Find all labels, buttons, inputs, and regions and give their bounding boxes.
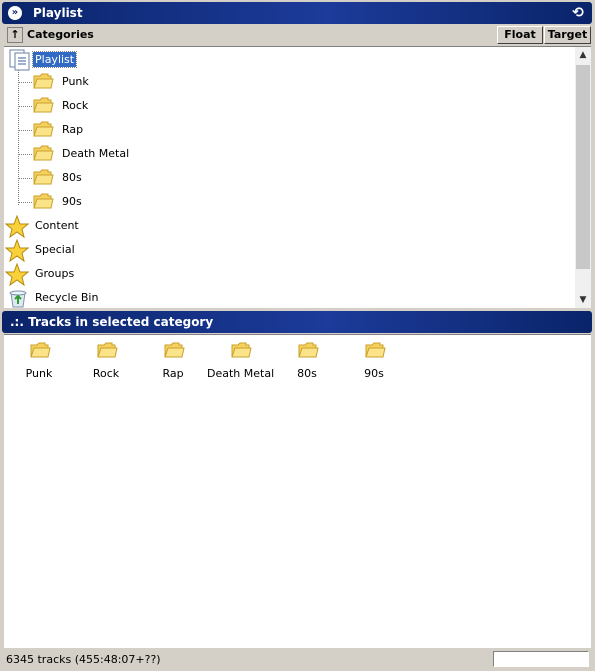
tree-line [18,82,32,83]
star-icon [5,239,29,263]
folder-icon [164,342,185,358]
tracks-panel[interactable]: Punk Rock Rap Death Metal 80s 90s [4,334,591,648]
track-folder-label: Rock [92,367,120,380]
folder-icon [298,342,319,358]
undock-icon[interactable]: ⟲ [570,5,586,21]
tree-item-label: Content [35,219,79,232]
scroll-up-arrow-icon[interactable]: ▲ [575,47,591,63]
scrollbar-thumb[interactable] [576,65,590,269]
folder-icon [33,97,54,113]
window-titlebar: » Playlist ⟲ [2,2,592,24]
tree-item-label: Death Metal [62,147,130,160]
folder-icon [33,121,54,137]
tree-item-label: Playlist [31,51,78,68]
target-button[interactable]: Target [544,26,591,44]
track-folder-label: 80s [297,367,317,380]
track-count-status: 6345 tracks (455:48:07+??) [6,653,161,666]
tree-line [18,154,32,155]
categories-toolbar: ↑ Categories Float Target [2,25,592,45]
tracks-section-header: .:. Tracks in selected category [2,311,592,333]
folder-icon [231,342,252,358]
folder-icon [30,342,51,358]
tree-line [18,202,32,203]
tree-scrollbar[interactable]: ▲ ▼ [575,47,591,308]
tree-item-label: Punk [62,75,89,88]
star-icon [5,263,29,287]
folder-icon [33,169,54,185]
track-folder-label: Punk [25,367,53,380]
track-folder-label: Death Metal [207,367,275,380]
tree-item-label: Special [35,243,75,256]
playlist-document-icon [9,49,30,71]
tracks-header-label: .:. Tracks in selected category [10,315,214,329]
folder-icon [33,73,54,89]
collapse-chevrons-icon[interactable]: » [8,6,22,20]
tree-item-label: Rap [62,123,84,136]
recycle-bin-icon [9,290,27,308]
tree-item-label: 80s [62,171,82,184]
tree-line [18,106,32,107]
folder-icon [365,342,386,358]
tree-line [18,69,19,205]
tree-line [18,130,32,131]
track-folder-label: Rap [162,367,184,380]
float-button[interactable]: Float [497,26,543,44]
tree-item-label: Groups [35,267,75,280]
status-bar: 6345 tracks (455:48:07+??) [2,649,593,669]
folder-icon [33,145,54,161]
tree-item-label: 90s [62,195,82,208]
folder-icon [97,342,118,358]
categories-label: Categories [27,28,94,41]
star-icon [5,215,29,239]
scroll-down-arrow-icon[interactable]: ▼ [575,292,591,308]
tree-line [18,178,32,179]
category-tree[interactable]: Playlist Punk Rock Rap Death Metal 80s 9… [4,46,591,308]
tree-item-label: Rock [62,99,89,112]
track-folder-label: 90s [364,367,384,380]
tree-item-label: Recycle Bin [35,291,99,304]
up-arrow-button[interactable]: ↑ [7,27,23,43]
folder-icon [33,193,54,209]
status-progress-box [493,651,589,667]
window-title: Playlist [33,6,83,20]
